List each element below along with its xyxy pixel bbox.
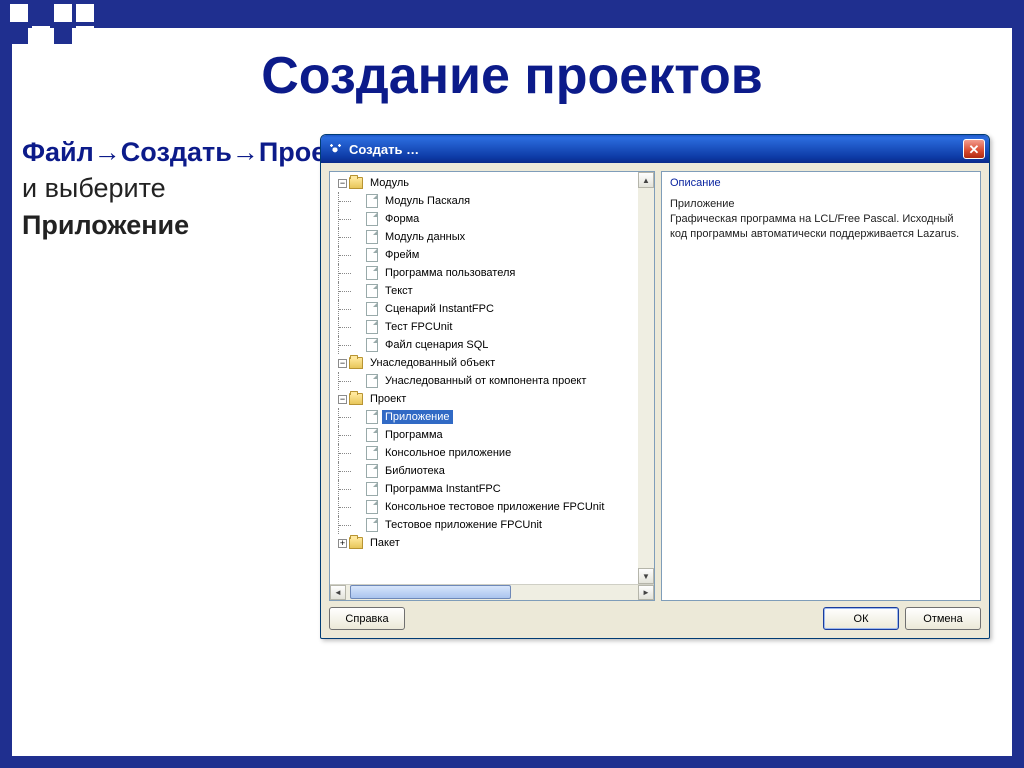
tree-item-label: Унаследованный объект: [367, 356, 498, 370]
file-icon: [366, 284, 378, 298]
tree-item-label: Текст: [382, 284, 416, 298]
description-heading: Описание: [670, 176, 972, 191]
help-button[interactable]: Справка: [329, 607, 405, 630]
tree-folder[interactable]: + Пакет: [332, 534, 654, 552]
tree-item-label: Сценарий InstantFPC: [382, 302, 497, 316]
tree-item[interactable]: Текст: [332, 282, 654, 300]
tree-item-label: Модуль Паскаля: [382, 194, 473, 208]
folder-icon: [349, 177, 363, 189]
titlebar[interactable]: Создать … ✕: [321, 135, 989, 163]
tree-item-label: Приложение: [382, 410, 453, 424]
tree-item-label: Программа: [382, 428, 446, 442]
tree-item-label: Библиотека: [382, 464, 448, 478]
tree-item-label: Программа InstantFPC: [382, 482, 504, 496]
tree-item-label: Тестовое приложение FPCUnit: [382, 518, 545, 532]
tree-item[interactable]: Фрейм: [332, 246, 654, 264]
expand-icon[interactable]: +: [338, 539, 347, 548]
create-dialog: Создать … ✕ − Модуль Модуль Паскаля Форма Мо…: [320, 134, 990, 639]
cancel-button[interactable]: Отмена: [905, 607, 981, 630]
tree-folder[interactable]: − Модуль: [332, 174, 654, 192]
dialog-title: Создать …: [349, 142, 419, 157]
tree-item-label: Консольное приложение: [382, 446, 514, 460]
folder-icon: [349, 537, 363, 549]
tree-item-label: Файл сценария SQL: [382, 338, 491, 352]
scroll-left-icon[interactable]: ◄: [330, 585, 346, 600]
tree-item-label: Форма: [382, 212, 422, 226]
tree-item-label: Программа пользователя: [382, 266, 518, 280]
tree-item-label: Тест FPCUnit: [382, 320, 455, 334]
slide-title: Создание проектов: [12, 46, 1012, 106]
tree-item-label: Унаследованный от компонента проект: [382, 374, 589, 388]
tree-folder[interactable]: − Проект: [332, 390, 654, 408]
vertical-scrollbar[interactable]: ▲ ▼: [638, 172, 654, 584]
tree-item-label: Пакет: [367, 536, 403, 550]
corner-decoration: [10, 4, 94, 44]
tree-item[interactable]: Файл сценария SQL: [332, 336, 654, 354]
file-icon: [366, 212, 378, 226]
app-icon: [327, 141, 343, 157]
file-icon: [366, 266, 378, 280]
close-icon: ✕: [969, 143, 980, 156]
tree-item[interactable]: Приложение: [332, 408, 654, 426]
horizontal-scrollbar[interactable]: ◄ ►: [330, 584, 654, 600]
scrollbar-thumb[interactable]: [350, 585, 511, 599]
tree-item[interactable]: Программа InstantFPC: [332, 480, 654, 498]
file-icon: [366, 410, 378, 424]
tree-item[interactable]: Библиотека: [332, 462, 654, 480]
tree-item[interactable]: Консольное тестовое приложение FPCUnit: [332, 498, 654, 516]
close-button[interactable]: ✕: [963, 139, 985, 159]
file-icon: [366, 518, 378, 532]
tree-item[interactable]: Консольное приложение: [332, 444, 654, 462]
description-pane: Описание Приложение Графическая программ…: [661, 171, 981, 601]
item-tree[interactable]: − Модуль Модуль Паскаля Форма Модуль данных Ф…: [332, 174, 654, 552]
instruction-mid: и выберите: [22, 173, 166, 203]
tree-item[interactable]: Программа пользователя: [332, 264, 654, 282]
collapse-icon[interactable]: −: [338, 395, 347, 404]
tree-item[interactable]: Тест FPCUnit: [332, 318, 654, 336]
scroll-down-icon[interactable]: ▼: [638, 568, 654, 584]
tree-item[interactable]: Программа: [332, 426, 654, 444]
scroll-right-icon[interactable]: ►: [638, 585, 654, 600]
instruction-text: Файл→Создать→Проект и выберите Приложени…: [16, 134, 316, 639]
file-icon: [366, 446, 378, 460]
folder-icon: [349, 357, 363, 369]
folder-icon: [349, 393, 363, 405]
collapse-icon[interactable]: −: [338, 179, 347, 188]
file-icon: [366, 302, 378, 316]
dialog-button-row: Справка ОК Отмена: [329, 607, 981, 630]
instruction-bold-target: Приложение: [22, 210, 189, 240]
tree-item[interactable]: Форма: [332, 210, 654, 228]
file-icon: [366, 464, 378, 478]
description-body: Графическая программа на LCL/Free Pascal…: [670, 212, 972, 242]
tree-item-label: Проект: [367, 392, 409, 406]
tree-item[interactable]: Сценарий InstantFPC: [332, 300, 654, 318]
tree-item[interactable]: Модуль Паскаля: [332, 192, 654, 210]
tree-item[interactable]: Унаследованный от компонента проект: [332, 372, 654, 390]
tree-item-label: Модуль: [367, 176, 412, 190]
tree-item[interactable]: Тестовое приложение FPCUnit: [332, 516, 654, 534]
instruction-bold-path: Файл→Создать→Проект: [22, 137, 353, 167]
tree-item-label: Фрейм: [382, 248, 422, 262]
tree-item-label: Модуль данных: [382, 230, 468, 244]
tree-item-label: Консольное тестовое приложение FPCUnit: [382, 500, 607, 514]
tree-folder[interactable]: − Унаследованный объект: [332, 354, 654, 372]
tree-pane: − Модуль Модуль Паскаля Форма Модуль данных Ф…: [329, 171, 655, 601]
file-icon: [366, 320, 378, 334]
ok-button[interactable]: ОК: [823, 607, 899, 630]
tree-item[interactable]: Модуль данных: [332, 228, 654, 246]
file-icon: [366, 194, 378, 208]
collapse-icon[interactable]: −: [338, 359, 347, 368]
file-icon: [366, 500, 378, 514]
file-icon: [366, 482, 378, 496]
scroll-up-icon[interactable]: ▲: [638, 172, 654, 188]
file-icon: [366, 338, 378, 352]
file-icon: [366, 428, 378, 442]
file-icon: [366, 230, 378, 244]
slide-frame: Создание проектов Файл→Создать→Проект и …: [0, 0, 1024, 768]
file-icon: [366, 374, 378, 388]
file-icon: [366, 248, 378, 262]
description-name: Приложение: [670, 197, 972, 212]
